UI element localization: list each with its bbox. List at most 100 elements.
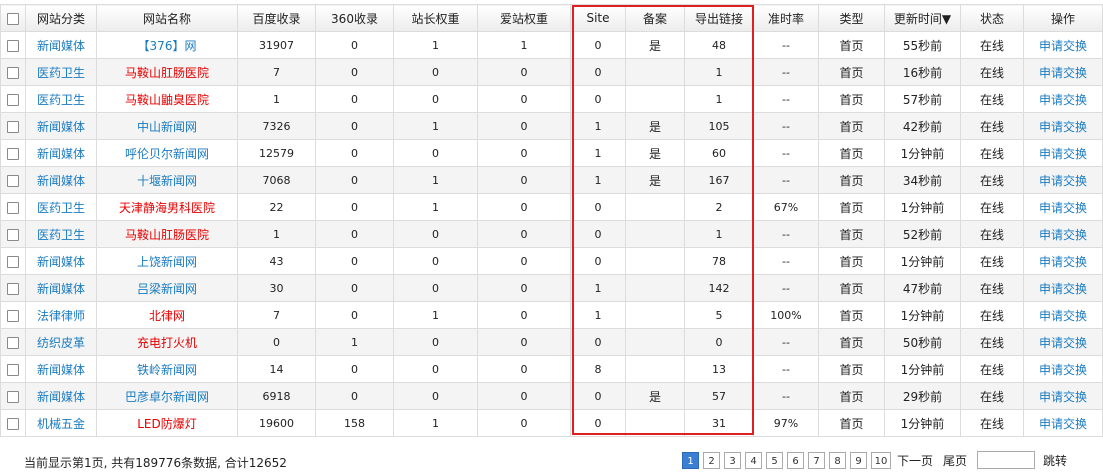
apply-exchange-link[interactable]: 申请交换 — [1039, 363, 1087, 377]
site-name-link[interactable]: 铁岭新闻网 — [137, 363, 197, 377]
row-select[interactable] — [0, 247, 26, 275]
page-number-button[interactable]: 1 — [682, 451, 699, 469]
row-checkbox[interactable] — [7, 39, 19, 52]
site-name-link[interactable]: 十堰新闻网 — [137, 174, 197, 188]
page-number-button[interactable]: 6 — [787, 451, 804, 469]
row-checkbox[interactable] — [7, 201, 19, 214]
row-checkbox[interactable] — [7, 417, 19, 430]
row-select[interactable] — [0, 193, 26, 221]
next-page-link[interactable]: 下一页 — [897, 452, 933, 469]
apply-exchange-link[interactable]: 申请交换 — [1039, 39, 1087, 53]
site-name-link[interactable]: 【376】网 — [138, 39, 197, 53]
category-cell[interactable]: 新闻媒体 — [37, 363, 85, 377]
apply-exchange-link[interactable]: 申请交换 — [1039, 390, 1087, 404]
jump-page-input[interactable] — [977, 451, 1036, 469]
jump-button[interactable]: 跳转 — [1043, 452, 1067, 469]
category-cell[interactable]: 新闻媒体 — [37, 255, 85, 269]
header-update-time-sort[interactable]: 更新时间▼ — [884, 4, 961, 32]
page-number-button[interactable]: 8 — [829, 451, 846, 469]
site-name-link[interactable]: 马鞍山鼬臭医院 — [125, 93, 209, 107]
category-cell[interactable]: 新闻媒体 — [37, 147, 85, 161]
category-cell[interactable]: 医药卫生 — [37, 93, 85, 107]
site-name-link[interactable]: 呼伦贝尔新闻网 — [125, 147, 209, 161]
apply-exchange-link-wrap: 申请交换 — [1023, 301, 1103, 329]
site-name-link[interactable]: 充电打火机 — [137, 336, 197, 350]
row-checkbox[interactable] — [7, 174, 19, 187]
row-select[interactable] — [0, 112, 26, 140]
category-cell[interactable]: 医药卫生 — [37, 201, 85, 215]
site-name-link[interactable]: 上饶新闻网 — [137, 255, 197, 269]
last-page-link[interactable]: 尾页 — [943, 452, 967, 469]
category-cell[interactable]: 新闻媒体 — [37, 282, 85, 296]
site-cell-wrap: 0 — [570, 328, 626, 356]
page-number-button[interactable]: 4 — [745, 451, 762, 469]
index-360-cell: 1 — [351, 335, 358, 349]
category-cell[interactable]: 医药卫生 — [37, 228, 85, 242]
row-checkbox[interactable] — [7, 282, 19, 295]
type-cell: 首页 — [839, 200, 864, 215]
apply-exchange-link[interactable]: 申请交换 — [1039, 93, 1087, 107]
row-select[interactable] — [0, 139, 26, 167]
category-cell[interactable]: 机械五金 — [37, 417, 85, 431]
row-select[interactable] — [0, 166, 26, 194]
row-select[interactable] — [0, 382, 26, 410]
site-name-link[interactable]: 马鞍山肛肠医院 — [125, 66, 209, 80]
baidu-index-cell: 7 — [273, 308, 280, 322]
category-cell[interactable]: 医药卫生 — [37, 66, 85, 80]
row-select[interactable] — [0, 85, 26, 113]
site-name-link[interactable]: 中山新闻网 — [137, 120, 197, 134]
apply-exchange-link[interactable]: 申请交换 — [1039, 66, 1087, 80]
row-checkbox[interactable] — [7, 255, 19, 268]
row-select[interactable] — [0, 31, 26, 59]
row-select[interactable] — [0, 328, 26, 356]
apply-exchange-link[interactable]: 申请交换 — [1039, 120, 1087, 134]
site-name-link[interactable]: 北律网 — [149, 309, 185, 323]
page-number-button[interactable]: 10 — [871, 451, 891, 469]
apply-exchange-link[interactable]: 申请交换 — [1039, 309, 1087, 323]
site-name-link[interactable]: 巴彦卓尔新闻网 — [125, 390, 209, 404]
row-checkbox[interactable] — [7, 363, 19, 376]
row-select[interactable] — [0, 355, 26, 383]
apply-exchange-link[interactable]: 申请交换 — [1039, 174, 1087, 188]
page-number-button[interactable]: 2 — [703, 451, 720, 469]
site-name-link[interactable]: LED防爆灯 — [137, 417, 197, 431]
row-select[interactable] — [0, 301, 26, 329]
category-cell[interactable]: 新闻媒体 — [37, 390, 85, 404]
beian-cell-wrap — [625, 193, 685, 221]
row-checkbox[interactable] — [7, 147, 19, 160]
row-checkbox[interactable] — [7, 336, 19, 349]
apply-exchange-link[interactable]: 申请交换 — [1039, 228, 1087, 242]
page-number-button[interactable]: 5 — [766, 451, 783, 469]
row-select[interactable] — [0, 274, 26, 302]
category-cell[interactable]: 纺织皮革 — [37, 336, 85, 350]
category-cell[interactable]: 新闻媒体 — [37, 174, 85, 188]
row-checkbox[interactable] — [7, 390, 19, 403]
apply-exchange-link[interactable]: 申请交换 — [1039, 255, 1087, 269]
row-checkbox[interactable] — [7, 120, 19, 133]
category-cell[interactable]: 法律律师 — [37, 309, 85, 323]
site-name-link[interactable]: 马鞍山肛肠医院 — [125, 228, 209, 242]
header-select-all[interactable] — [0, 4, 26, 32]
page-number-button[interactable]: 7 — [808, 451, 825, 469]
select-all-checkbox[interactable] — [7, 12, 19, 25]
page-number-button[interactable]: 9 — [850, 451, 867, 469]
apply-exchange-link[interactable]: 申请交换 — [1039, 282, 1087, 296]
site-name-link[interactable]: 天津静海男科医院 — [119, 201, 215, 215]
row-select[interactable] — [0, 220, 26, 248]
category-cell[interactable]: 新闻媒体 — [37, 120, 85, 134]
row-checkbox[interactable] — [7, 228, 19, 241]
site-name-link-wrap: 马鞍山鼬臭医院 — [96, 85, 238, 113]
row-select[interactable] — [0, 409, 26, 437]
row-select[interactable] — [0, 58, 26, 86]
page-number-button[interactable]: 3 — [724, 451, 741, 469]
row-checkbox[interactable] — [7, 309, 19, 322]
apply-exchange-link[interactable]: 申请交换 — [1039, 147, 1087, 161]
site-name-link[interactable]: 吕梁新闻网 — [137, 282, 197, 296]
category-cell[interactable]: 新闻媒体 — [37, 39, 85, 53]
row-checkbox[interactable] — [7, 66, 19, 79]
row-checkbox[interactable] — [7, 93, 19, 106]
apply-exchange-link[interactable]: 申请交换 — [1039, 201, 1087, 215]
status-cell: 在线 — [979, 308, 1004, 323]
apply-exchange-link[interactable]: 申请交换 — [1039, 417, 1087, 431]
apply-exchange-link[interactable]: 申请交换 — [1039, 336, 1087, 350]
